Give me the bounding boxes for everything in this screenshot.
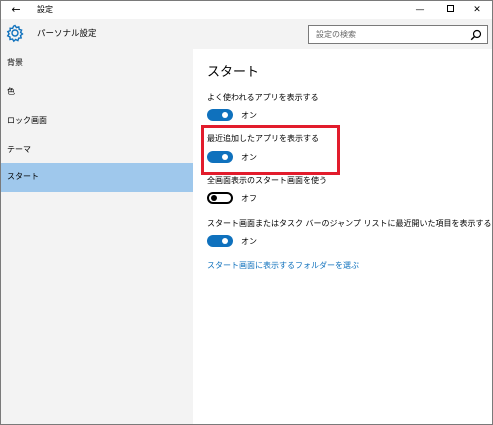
window-title: 設定 <box>37 5 53 14</box>
setting-label-most-used: よく使われるアプリを表示する <box>207 93 319 102</box>
sidebar-item-label: 背景 <box>7 58 23 67</box>
maximize-button[interactable] <box>436 2 464 18</box>
toggle-state-recently-added: オン <box>241 153 257 162</box>
sidebar-item-lock-screen[interactable]: ロック画面 <box>1 107 193 136</box>
toggle-knob <box>222 238 228 244</box>
close-button[interactable]: ✕ <box>463 2 491 18</box>
setting-label-recently-added: 最近追加したアプリを表示する <box>207 134 319 143</box>
sidebar-item-start[interactable]: スタート <box>1 163 193 192</box>
sidebar: 背景 色 ロック画面 テーマ スタート <box>1 49 193 424</box>
page-title: パーソナル設定 <box>37 29 97 39</box>
search-placeholder: 設定の検索 <box>316 30 356 39</box>
sidebar-item-label: ロック画面 <box>7 116 47 125</box>
gear-icon <box>6 24 24 43</box>
main-content: スタート よく使われるアプリを表示する オン 最近追加したアプリを表示する オン… <box>193 49 492 424</box>
setting-label-full-screen: 全画面表示のスタート画面を使う <box>207 176 327 185</box>
toggle-most-used[interactable] <box>207 109 233 121</box>
maximize-icon <box>446 5 454 12</box>
choose-folders-link[interactable]: スタート画面に表示するフォルダーを選ぶ <box>207 260 359 271</box>
toggle-knob <box>222 112 228 118</box>
sidebar-item-background[interactable]: 背景 <box>1 49 193 78</box>
toggle-state-most-used: オン <box>241 111 257 120</box>
sidebar-item-label: テーマ <box>7 145 31 154</box>
sidebar-item-themes[interactable]: テーマ <box>1 136 193 165</box>
sidebar-item-colors[interactable]: 色 <box>1 78 193 107</box>
toggle-knob <box>222 154 228 160</box>
minimize-button[interactable]: — <box>406 2 434 18</box>
header: パーソナル設定 設定の検索 <box>1 19 492 49</box>
sidebar-item-label: スタート <box>7 172 39 181</box>
section-title: スタート <box>207 65 260 80</box>
toggle-recently-added[interactable] <box>207 151 233 163</box>
settings-window: ← 設定 — ✕ パーソナル設定 設定の検索 背景 色 ロック画面 テーマ スタ… <box>0 0 493 425</box>
search-icon[interactable] <box>470 29 482 41</box>
search-input[interactable]: 設定の検索 <box>308 25 488 44</box>
toggle-state-full-screen: オフ <box>241 194 257 203</box>
toggle-full-screen[interactable] <box>207 192 233 204</box>
toggle-state-recent-items: オン <box>241 237 257 246</box>
toggle-recent-items[interactable] <box>207 235 233 247</box>
title-bar: ← 設定 — ✕ <box>1 1 492 19</box>
setting-label-recent-items: スタート画面またはタスク バーのジャンプ リストに最近開いた項目を表示する <box>207 219 492 228</box>
toggle-knob <box>211 195 217 201</box>
sidebar-item-label: 色 <box>7 87 15 96</box>
back-arrow-icon[interactable]: ← <box>8 2 24 18</box>
